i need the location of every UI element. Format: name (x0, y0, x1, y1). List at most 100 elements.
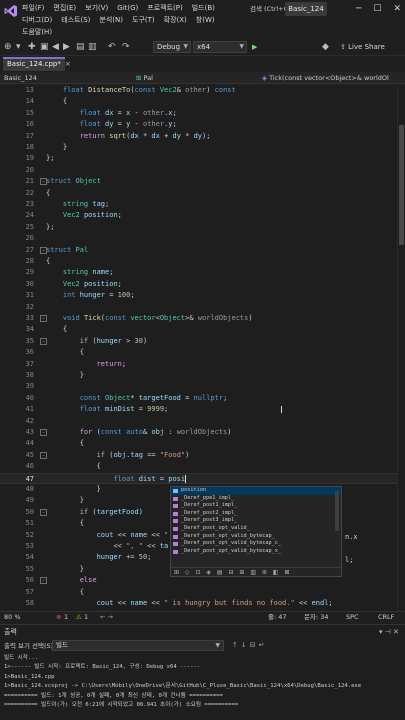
code-line[interactable]: 38 } (0, 370, 400, 381)
menu-item[interactable]: 빌드(B) (192, 2, 215, 14)
code-line[interactable]: 44 { (0, 438, 400, 449)
code-line[interactable]: 47 float dist = posi (0, 472, 400, 484)
menu-item[interactable]: Git(G) (117, 2, 138, 14)
code-line[interactable]: 43- for (const auto& obj : worldObjects) (0, 427, 400, 438)
code-line[interactable]: 31 int hunger = 100; (0, 290, 400, 301)
nav-arrows-icon[interactable]: ← → (100, 612, 113, 623)
completion-item[interactable]: position (171, 487, 341, 495)
error-count[interactable]: 1 (64, 612, 68, 623)
error-icon[interactable]: ⊗ (56, 612, 61, 623)
close-panel-icon[interactable]: ✕ (393, 628, 399, 636)
code-line[interactable]: 17 return sqrt(dx * dx + dy * dy); (0, 131, 400, 142)
menu-item[interactable]: 도구(T) (132, 14, 155, 26)
completion-filter-bar[interactable]: ⊞ ◇ ⊡ ◈ ▤ ⊟ ⊞ ▥ ⊛ ◧ ⊠ (171, 567, 341, 576)
completion-item[interactable]: _Deref_post_opt_valid_bytecap_x_ (171, 548, 341, 556)
save-icon[interactable]: ▤ (76, 41, 85, 53)
code-line[interactable]: 58 cout << name << " is hungry but finds… (0, 598, 400, 609)
intellisense-popup[interactable]: position _Deref_ppe1_impl_ _Deref_post1_im… (170, 486, 342, 577)
code-line[interactable]: 26 (0, 233, 400, 244)
clear-all-icon[interactable]: ⊟ (250, 641, 259, 649)
prev-message-icon[interactable]: ↑ (232, 641, 241, 649)
save-all-icon[interactable]: ▥ (88, 41, 97, 53)
member-dropdown[interactable]: ◈ Tick(const vector<Object>& worldOl (262, 73, 402, 83)
menu-item[interactable]: 창(W) (196, 14, 215, 26)
menu-item[interactable]: 보기(V) (85, 2, 108, 14)
forward-arrow-icon[interactable]: ▶ (63, 41, 70, 53)
next-message-icon[interactable]: ↓ (241, 641, 250, 649)
output-text[interactable]: 빌드 시작... 1>------ 빌드 시작: 프로젝트: Basic_124,… (4, 654, 396, 710)
code-line[interactable]: 39 (0, 381, 400, 392)
completion-item[interactable]: _Deref_post_opt_valid_bytecap_c_ (171, 540, 341, 548)
code-line[interactable]: 27- struct Pal (0, 245, 400, 256)
maximize-button[interactable]: ☐ (373, 4, 381, 14)
warning-icon[interactable]: ⚠ (76, 612, 82, 623)
code-line[interactable]: 24 Vec2 position; (0, 210, 400, 221)
scrollbar-thumb[interactable] (399, 125, 404, 245)
menu-item[interactable]: 테스트(S) (61, 14, 90, 26)
project-dropdown[interactable]: Basic_124 (4, 73, 128, 83)
dropdown-icon[interactable]: ▾ (16, 41, 21, 53)
redo-icon[interactable]: ↷ (122, 41, 130, 53)
menu-item[interactable]: 디버그(D) (22, 14, 52, 26)
code-line[interactable]: 36 { (0, 347, 400, 358)
code-line[interactable]: 13 float DistanceTo(const Vec2& other) c… (0, 85, 400, 96)
completion-item[interactable]: _Deref_post2_impl_ (171, 510, 341, 518)
code-line[interactable]: 19}; (0, 153, 400, 164)
undo-icon[interactable]: ↶ (108, 41, 116, 53)
completion-item[interactable]: _Deref_post3_impl_ (171, 517, 341, 525)
code-line[interactable]: 23 string tag; (0, 199, 400, 210)
code-line[interactable]: 28 { (0, 256, 400, 267)
code-line[interactable]: 30 Vec2 position; (0, 279, 400, 290)
code-line[interactable]: 20 (0, 165, 400, 176)
completion-scrollbar[interactable] (335, 491, 339, 531)
new-item-icon[interactable]: ✚ (28, 41, 36, 53)
close-tab-icon[interactable]: × (65, 60, 71, 68)
code-line[interactable]: 46 { (0, 461, 400, 472)
code-line[interactable]: 22 { (0, 188, 400, 199)
code-line[interactable]: 25}; (0, 222, 400, 233)
menu-item[interactable]: 확장(X) (164, 14, 187, 26)
search-box[interactable]: 검색 (Ctrl+Q) (250, 3, 291, 15)
run-button[interactable]: ▶ (252, 40, 312, 54)
code-line[interactable]: 18 } (0, 142, 400, 153)
menu-item[interactable]: 도움말(H) (22, 26, 52, 38)
menu-item[interactable]: 분석(N) (99, 14, 123, 26)
completion-item[interactable]: _Deref_post1_impl_ (171, 502, 341, 510)
flame-icon[interactable]: ◆ (322, 41, 329, 53)
tab-basic-124-cpp[interactable]: Basic_124.cpp* × (3, 57, 71, 71)
nav-back-icon[interactable]: ⊕ (4, 41, 12, 53)
panel-dropdown-icon[interactable]: ▾ (379, 628, 383, 636)
whitespace-mode[interactable]: SPC (346, 612, 359, 623)
code-line[interactable]: 40 const Object* targetFood = nullptr; (0, 393, 400, 404)
completion-item[interactable]: _Deref_ppe1_impl_ (171, 495, 341, 503)
code-line[interactable]: 32 (0, 302, 400, 313)
completion-item[interactable]: _Deref_post_opt_valid_ (171, 525, 341, 533)
code-line[interactable]: 35- if (hunger > 30) (0, 336, 400, 347)
line-ending[interactable]: CRLF (378, 612, 394, 623)
code-line[interactable]: 45- if (obj.tag == "Food") (0, 450, 400, 461)
code-line[interactable]: 33- void Tick(const vector<Object>& worl… (0, 313, 400, 324)
vertical-scrollbar[interactable] (397, 85, 405, 611)
menu-item[interactable]: 파일(F) (22, 2, 44, 14)
code-line[interactable]: 37 return; (0, 359, 400, 370)
completion-item[interactable]: _Deref_post_opt_valid_bytecap_ (171, 533, 341, 541)
code-line[interactable]: 41 float minDist = 9999; (0, 404, 400, 415)
platform-dropdown[interactable]: x64 ▼ (193, 41, 247, 53)
code-line[interactable]: 14 { (0, 96, 400, 107)
close-button[interactable]: ✕ (393, 4, 401, 14)
output-source-dropdown[interactable]: 빌드 ▼ (52, 640, 224, 651)
minimize-button[interactable]: ─ (356, 4, 361, 14)
word-wrap-icon[interactable]: ↵ (259, 641, 268, 649)
code-line[interactable]: 16 float dy = y - other.y; (0, 119, 400, 130)
code-line[interactable]: 15 float dx = x - other.x; (0, 108, 400, 119)
menu-item[interactable]: 프로젝트(P) (147, 2, 182, 14)
configuration-dropdown[interactable]: Debug ▼ (153, 41, 191, 53)
menu-item[interactable]: 편집(E) (53, 2, 76, 14)
pin-icon[interactable]: ⊣ (385, 628, 393, 636)
scope-dropdown[interactable]: ⊞ Pal (136, 73, 254, 83)
code-line[interactable]: 29 string name; (0, 267, 400, 278)
code-line[interactable]: 21- struct Object (0, 176, 400, 187)
code-line[interactable]: 42 (0, 416, 400, 427)
warning-count[interactable]: 1 (84, 612, 88, 623)
completion-list[interactable]: position _Deref_ppe1_impl_ _Deref_post1_im… (171, 487, 341, 555)
